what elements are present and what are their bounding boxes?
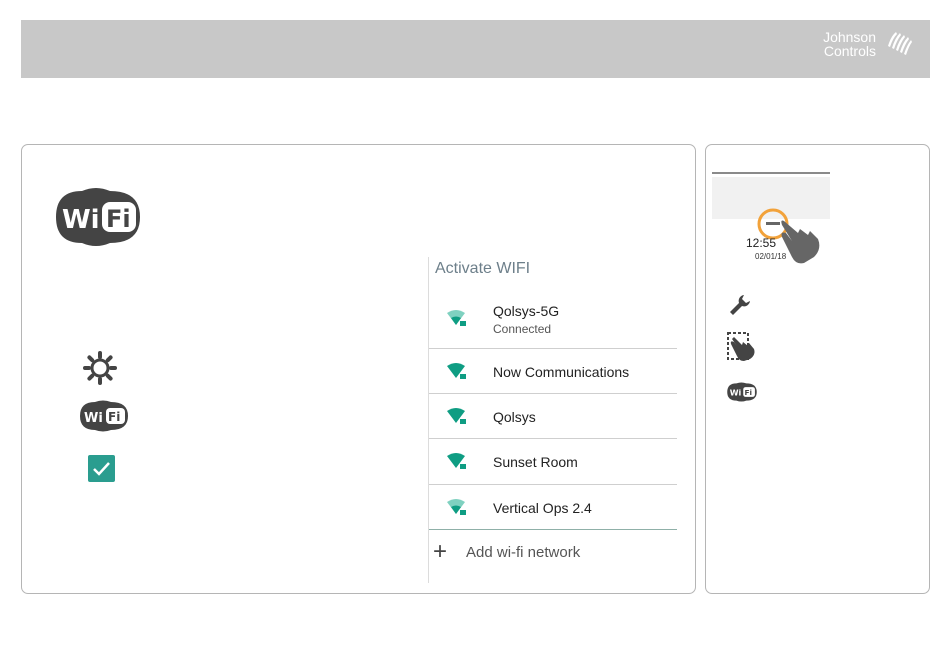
gear-icon bbox=[83, 351, 117, 385]
checkbox-checked-icon bbox=[88, 455, 115, 482]
touch-gesture-icon bbox=[727, 332, 755, 361]
network-name: Now Communications bbox=[493, 364, 630, 380]
wifi-signal-locked-icon bbox=[447, 453, 466, 469]
wrench-icon bbox=[730, 295, 750, 315]
network-name: Vertical Ops 2.4 bbox=[493, 500, 592, 516]
quick-reference-card: 12:55 02/01/18 Wi Fi bbox=[705, 144, 930, 594]
wifi-logo-icon: Wi Fi bbox=[727, 382, 757, 402]
instruction-card: Wi Fi Wi Fi Activate WIFI Qolsys-5G Conn… bbox=[21, 144, 696, 594]
hand-pointer-icon bbox=[781, 220, 820, 264]
brand-line-2: Controls bbox=[823, 43, 876, 59]
svg-text:Wi: Wi bbox=[84, 411, 103, 426]
header-bar: Johnson Controls bbox=[21, 20, 930, 78]
svg-text:Fi: Fi bbox=[744, 388, 752, 397]
clock-time: 12:55 bbox=[746, 236, 777, 250]
wifi-logo-icon: Wi Fi bbox=[80, 400, 128, 432]
brand-mark-icon bbox=[888, 32, 912, 55]
network-name: Sunset Room bbox=[493, 454, 578, 470]
add-wifi-network-button[interactable]: + Add wi-fi network bbox=[429, 540, 677, 570]
brand-logo: Johnson Controls bbox=[823, 28, 914, 60]
wifi-signal-locked-icon bbox=[447, 363, 466, 379]
svg-text:Fi: Fi bbox=[106, 205, 131, 233]
network-item-qolsys[interactable]: Qolsys bbox=[429, 394, 677, 439]
network-item-sunset-room[interactable]: Sunset Room bbox=[429, 439, 677, 485]
network-item-now-communications[interactable]: Now Communications bbox=[429, 349, 677, 394]
wifi-signal-locked-icon bbox=[447, 408, 466, 424]
network-item-qolsys-5g[interactable]: Qolsys-5G Connected bbox=[429, 292, 677, 349]
network-list-title: Activate WIFI bbox=[435, 260, 531, 277]
wifi-signal-locked-icon bbox=[447, 310, 466, 326]
plus-icon: + bbox=[433, 538, 448, 565]
network-name: Qolsys bbox=[493, 409, 536, 425]
wifi-signal-locked-icon bbox=[447, 499, 466, 515]
wifi-logo-icon: Wi Fi bbox=[56, 188, 140, 246]
status-bar-line bbox=[712, 172, 830, 174]
network-status: Connected bbox=[493, 322, 552, 336]
brand-line-1: Johnson bbox=[823, 29, 876, 45]
network-item-vertical-ops[interactable]: Vertical Ops 2.4 bbox=[429, 485, 677, 530]
network-name: Qolsys-5G bbox=[493, 303, 560, 319]
svg-text:Wi: Wi bbox=[730, 389, 742, 398]
svg-text:Wi: Wi bbox=[62, 205, 100, 235]
add-wifi-network-label: Add wi-fi network bbox=[466, 544, 581, 561]
svg-text:Fi: Fi bbox=[108, 410, 120, 424]
